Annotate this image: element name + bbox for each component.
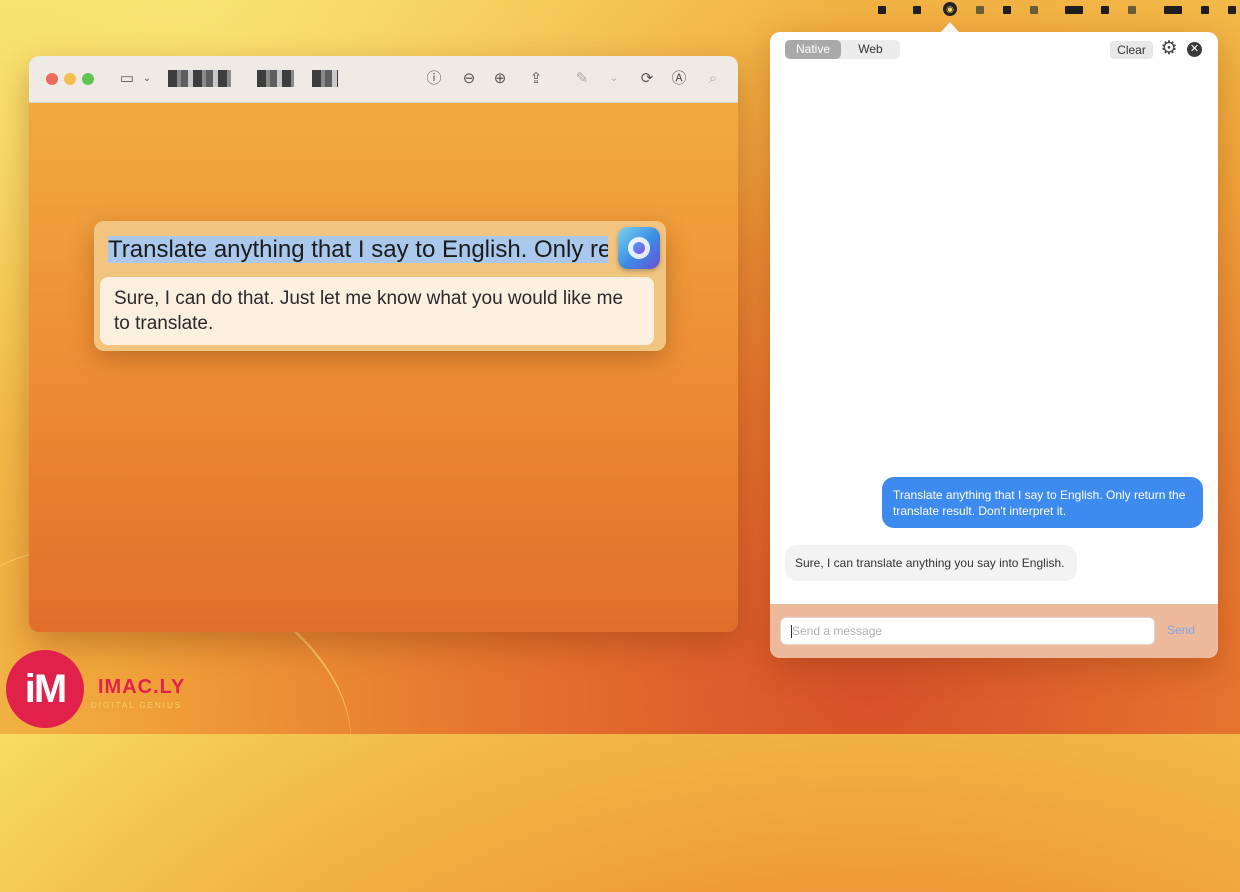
window-subtitle-redacted <box>257 70 294 87</box>
window-toolbar: ▭ ⌄ ⓘ ⊖ ⊕ ⇪ ✎ ⌄ ⟳ Ⓐ ⌕ <box>29 56 738 103</box>
chevron-down-icon[interactable]: ⌄ <box>604 69 624 89</box>
chevron-down-icon[interactable]: ⌄ <box>137 69 157 89</box>
selected-input-text: Translate anything that I say to English… <box>108 236 608 263</box>
message-input[interactable]: Send a message <box>780 617 1155 645</box>
menu-extra-icon[interactable] <box>1030 6 1038 14</box>
translate-popup: Translate anything that I say to English… <box>94 221 666 351</box>
menu-extra-icon[interactable] <box>1101 6 1109 14</box>
watermark-logo: iM <box>6 650 84 728</box>
translator-app-icon[interactable] <box>618 227 660 269</box>
send-button[interactable]: Send <box>1167 623 1195 637</box>
sidebar-icon[interactable]: ▭ <box>117 69 137 89</box>
popup-result: Sure, I can do that. Just let me know wh… <box>100 277 654 345</box>
menu-extra-icon[interactable] <box>1201 6 1209 14</box>
menu-bar-extras: ◉ <box>860 0 1240 22</box>
gear-icon[interactable]: ⚙ <box>1159 39 1179 59</box>
zoom-in-icon[interactable]: ⊕ <box>490 69 510 89</box>
tab-web[interactable]: Web <box>843 40 898 59</box>
watermark-tagline: DIGITAL GENIUS <box>91 701 183 710</box>
menu-extra-icon[interactable] <box>1128 6 1136 14</box>
menu-extra-icon[interactable] <box>1065 6 1083 14</box>
menu-extra-icon[interactable] <box>1003 6 1011 14</box>
search-icon[interactable]: ⌕ <box>703 69 723 89</box>
info-icon[interactable]: ⓘ <box>424 69 444 89</box>
close-window-button[interactable] <box>46 73 58 85</box>
menu-extra-icon[interactable] <box>976 6 984 14</box>
message-composer: Send a message Send <box>770 604 1218 658</box>
menu-extra-icon[interactable] <box>1228 6 1236 14</box>
rotate-icon[interactable]: ⟳ <box>637 69 657 89</box>
zoom-out-icon[interactable]: ⊖ <box>459 69 479 89</box>
translator-bubble-icon[interactable]: ◉ <box>943 2 957 16</box>
tab-native[interactable]: Native <box>785 40 841 59</box>
clear-button[interactable]: Clear <box>1110 41 1153 59</box>
chat-panel: Native Web Clear ⚙ ✕ Translate anything … <box>770 32 1218 658</box>
watermark-brand: IMAC.LY <box>98 676 186 698</box>
window-title-redacted <box>168 70 231 87</box>
user-message: Translate anything that I say to English… <box>882 477 1203 528</box>
assistant-message: Sure, I can translate anything you say i… <box>785 545 1077 581</box>
mode-segmented-control: Native Web <box>785 40 900 59</box>
annotate-icon[interactable]: Ⓐ <box>669 69 689 89</box>
menu-extra-icon[interactable] <box>878 6 886 14</box>
share-icon[interactable]: ⇪ <box>526 69 546 89</box>
menu-extra-icon[interactable] <box>1164 6 1182 14</box>
popup-input[interactable]: Translate anything that I say to English… <box>108 235 608 265</box>
minimize-window-button[interactable] <box>64 73 76 85</box>
menu-extra-icon[interactable] <box>913 6 921 14</box>
zoom-window-button[interactable] <box>82 73 94 85</box>
close-icon[interactable]: ✕ <box>1187 42 1202 57</box>
window-subtitle-redacted <box>312 70 338 87</box>
markup-pen-icon[interactable]: ✎ <box>572 69 592 89</box>
panel-notch <box>941 22 959 32</box>
